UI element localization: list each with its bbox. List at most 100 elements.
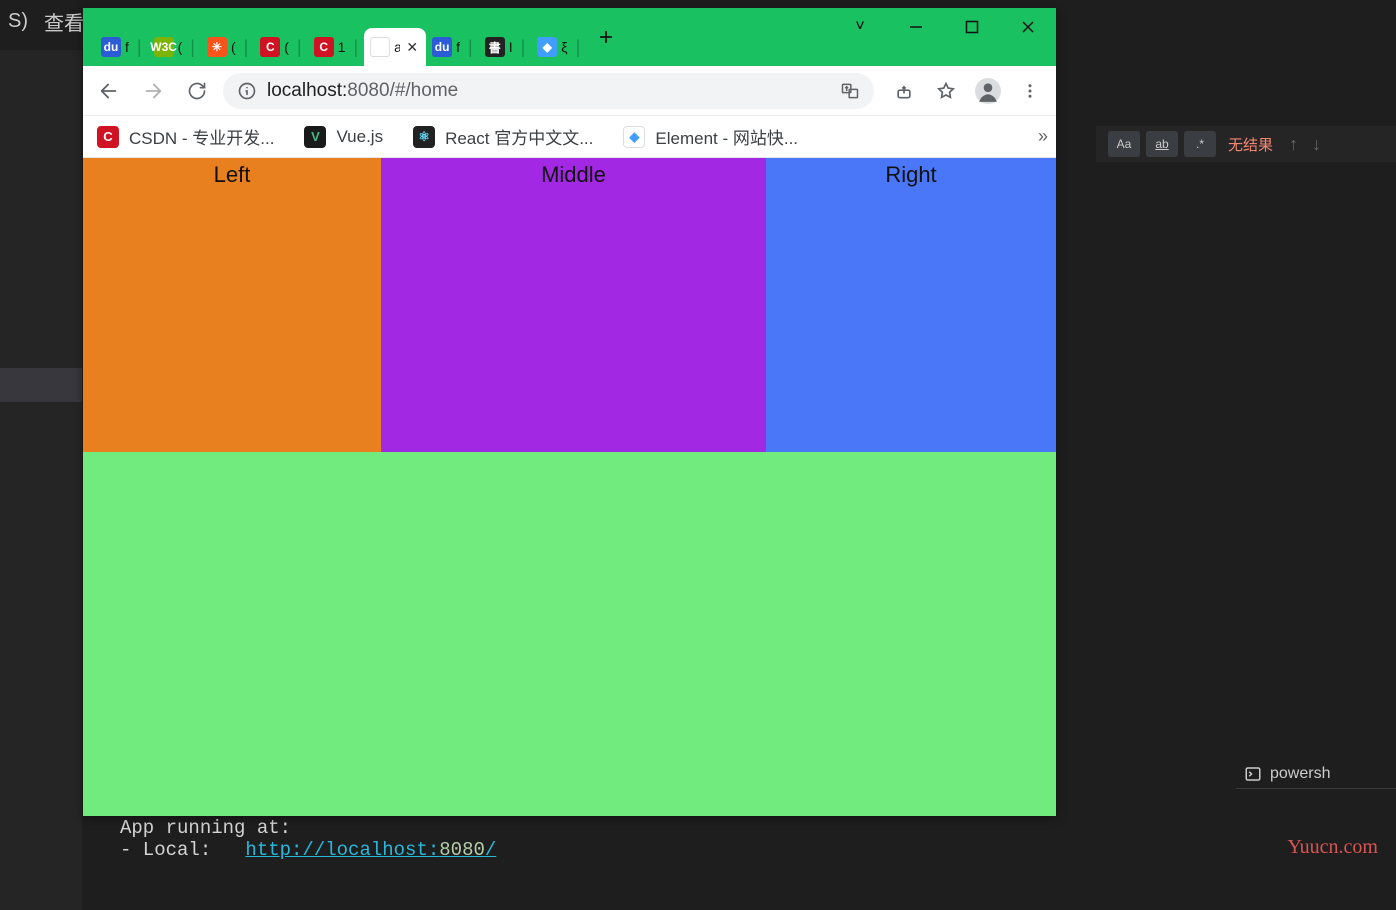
tab-favicon: du xyxy=(432,37,452,57)
tab-separator: | xyxy=(464,37,473,58)
tab-separator: | xyxy=(240,37,249,58)
address-bar[interactable]: localhost:8080/#/home xyxy=(223,73,874,109)
ide-sidebar-selected[interactable] xyxy=(0,368,82,402)
maximize-button[interactable] xyxy=(944,8,1000,46)
minimize-button[interactable] xyxy=(888,8,944,46)
tab-title-letter: ( xyxy=(178,39,183,55)
bottom-area xyxy=(83,452,1056,816)
ide-sidebar xyxy=(0,50,82,910)
browser-titlebar[interactable]: duf|W3C(|✳(|C(|C1|a✕duf|書I|◆ξ| ˅ xyxy=(83,8,1056,66)
reload-icon xyxy=(187,81,207,101)
bookmark-favicon: V xyxy=(304,126,326,148)
tab-favicon: ✳ xyxy=(207,37,227,57)
tab-favicon: W3C xyxy=(154,37,174,57)
tab-title-letter: I xyxy=(509,39,513,55)
terminal-line: - Local: xyxy=(120,839,245,861)
arrow-left-icon xyxy=(98,80,120,102)
tab-separator: | xyxy=(517,37,526,58)
left-column: Left xyxy=(83,158,381,452)
browser-tab[interactable]: 書I| xyxy=(479,28,532,66)
browser-tab[interactable]: C(| xyxy=(254,28,307,66)
star-icon xyxy=(936,81,956,101)
tab-separator: | xyxy=(572,37,581,58)
site-info-icon[interactable] xyxy=(237,81,257,101)
tab-separator: | xyxy=(186,37,195,58)
tab-close-icon[interactable]: ✕ xyxy=(404,39,420,56)
bookmark-item[interactable]: ⚛ React 官方中文文... xyxy=(407,120,599,153)
bookmark-favicon: C xyxy=(97,126,119,148)
profile-button[interactable] xyxy=(970,73,1006,109)
tab-title-letter: f xyxy=(125,39,129,55)
back-button[interactable] xyxy=(91,73,127,109)
browser-tab[interactable]: duf| xyxy=(95,28,148,66)
minimize-icon xyxy=(909,20,923,34)
bookmark-label: Element - 网站快... xyxy=(655,124,798,149)
whole-word-toggle[interactable]: ab xyxy=(1146,131,1178,157)
tab-title-letter: a xyxy=(394,39,400,55)
bookmark-label: Vue.js xyxy=(336,127,383,147)
tab-separator: | xyxy=(349,37,358,58)
tab-favicon: C xyxy=(314,37,334,57)
tab-title-letter: 1 xyxy=(338,39,346,55)
new-tab-button[interactable] xyxy=(590,21,622,53)
share-icon xyxy=(894,81,914,101)
forward-button[interactable] xyxy=(135,73,171,109)
bookmark-item[interactable]: C CSDN - 专业开发... xyxy=(91,120,280,153)
columns-row: Left Middle Right xyxy=(83,158,1056,452)
tab-title-letter: ( xyxy=(284,39,289,55)
menu-button[interactable] xyxy=(1012,73,1048,109)
page-content: Left Middle Right xyxy=(83,158,1056,816)
right-column: Right xyxy=(766,158,1056,452)
arrow-right-icon xyxy=(142,80,164,102)
tab-title-letter: ξ xyxy=(561,39,567,55)
browser-tab[interactable]: duf| xyxy=(426,28,479,66)
bookmark-label: React 官方中文文... xyxy=(445,124,593,149)
watermark: Yuucn.com xyxy=(1287,836,1378,859)
tab-title-letter: f xyxy=(456,39,460,55)
bookmark-label: CSDN - 专业开发... xyxy=(129,124,274,149)
close-button[interactable] xyxy=(1000,8,1056,46)
terminal-tab[interactable]: powersh xyxy=(1236,759,1396,789)
bookmark-item[interactable]: ◆ Element - 网站快... xyxy=(617,120,804,153)
browser-tab[interactable]: ◆ξ| xyxy=(531,28,586,66)
share-button[interactable] xyxy=(886,73,922,109)
browser-tab[interactable]: C1| xyxy=(308,28,364,66)
reload-button[interactable] xyxy=(179,73,215,109)
tab-strip: duf|W3C(|✳(|C(|C1|a✕duf|書I|◆ξ| xyxy=(83,8,586,66)
bookmark-favicon: ◆ xyxy=(623,126,645,148)
tab-favicon: C xyxy=(260,37,280,57)
plus-icon xyxy=(597,28,615,46)
bookmark-favicon: ⚛ xyxy=(413,126,435,148)
tab-favicon: 書 xyxy=(485,37,505,57)
terminal-url[interactable]: http://localhost:8080/ xyxy=(245,839,496,861)
maximize-icon xyxy=(965,20,979,34)
bookmarks-bar: C CSDN - 专业开发... V Vue.js ⚛ React 官方中文文... ◆ El… xyxy=(83,116,1056,158)
translate-icon[interactable] xyxy=(840,81,860,101)
bookmarks-overflow[interactable]: » xyxy=(1038,126,1048,147)
search-next-icon[interactable]: ↓ xyxy=(1308,134,1325,155)
kebab-icon xyxy=(1021,82,1039,100)
url-text: localhost:8080/#/home xyxy=(267,80,458,102)
browser-tab[interactable]: a✕ xyxy=(364,28,426,66)
terminal-icon xyxy=(1244,765,1262,783)
tab-favicon: du xyxy=(101,37,121,57)
tab-separator: | xyxy=(293,37,302,58)
bookmark-item[interactable]: V Vue.js xyxy=(298,122,389,152)
close-icon xyxy=(1021,20,1035,34)
ide-menu-bar[interactable]: S) 查看 xyxy=(0,6,92,36)
bookmark-button[interactable] xyxy=(928,73,964,109)
window-controls: ˅ xyxy=(832,8,1056,46)
ide-search-panel: Aa ab .* 无结果 ↑ ↓ xyxy=(1096,126,1396,162)
terminal-output[interactable]: App running at: - Local: http://localhos… xyxy=(120,817,1396,907)
avatar-icon xyxy=(975,78,1001,104)
tab-favicon xyxy=(370,37,390,57)
browser-tab[interactable]: ✳(| xyxy=(201,28,254,66)
browser-tab[interactable]: W3C(| xyxy=(148,28,201,66)
search-prev-icon[interactable]: ↑ xyxy=(1285,134,1302,155)
regex-toggle[interactable]: .* xyxy=(1184,131,1216,157)
window-dropdown-button[interactable]: ˅ xyxy=(832,8,888,46)
case-sensitive-toggle[interactable]: Aa xyxy=(1108,131,1140,157)
ide-menu-prefix: S) xyxy=(0,10,36,33)
toolbar: localhost:8080/#/home xyxy=(83,66,1056,116)
browser-window: duf|W3C(|✳(|C(|C1|a✕duf|書I|◆ξ| ˅ xyxy=(83,8,1056,816)
